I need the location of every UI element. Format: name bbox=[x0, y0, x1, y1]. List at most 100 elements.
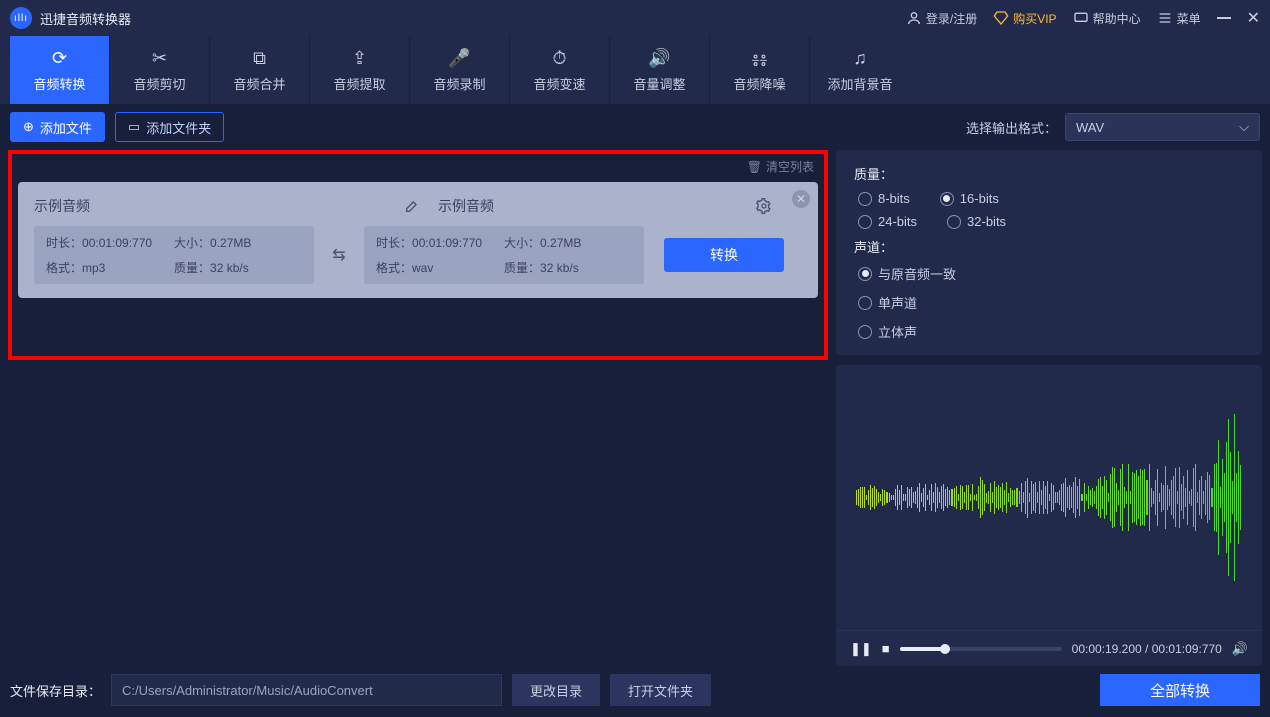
help-label: 帮助中心 bbox=[1093, 10, 1141, 27]
dest-info: 时长：00:01:09:770 大小：0.27MB 格式：wav 质量：32 k… bbox=[364, 226, 644, 284]
close-icon: ✕ bbox=[796, 192, 806, 206]
toolbar-tabs: ⟳ 音频转换 ✂ 音频剪切 ⧉ 音频合并 ⇪ 音频提取 🎤 音频录制 ⏱ 音频变… bbox=[0, 36, 1270, 104]
scissors-icon: ✂ bbox=[152, 48, 167, 68]
format-value: WAV bbox=[1076, 120, 1104, 135]
convert-item-button[interactable]: 转换 bbox=[664, 238, 784, 272]
remove-item-button[interactable]: ✕ bbox=[792, 190, 810, 208]
volume-button[interactable]: 🔊 bbox=[1232, 641, 1248, 657]
menu-label: 菜单 bbox=[1177, 10, 1201, 27]
source-title: 示例音频 bbox=[34, 196, 90, 216]
clear-list-button[interactable]: 🗑 清空列表 bbox=[747, 158, 814, 175]
quality-label: 质量： bbox=[854, 164, 1244, 183]
output-format-select[interactable]: WAV ⌵ bbox=[1065, 113, 1260, 141]
waveform-preview: ❚❚ ■ 00:00:19.200 / 00:01:09:770 🔊 bbox=[836, 365, 1262, 666]
gauge-icon: ⏱ bbox=[552, 48, 566, 68]
playback-time: 00:00:19.200 / 00:01:09:770 bbox=[1072, 642, 1222, 656]
close-icon: ✕ bbox=[1247, 8, 1260, 28]
menu-button[interactable]: 菜单 bbox=[1157, 10, 1201, 27]
app-logo: ıllı bbox=[10, 7, 32, 29]
tab-label: 音频降噪 bbox=[733, 74, 785, 93]
tab-audio-extract[interactable]: ⇪ 音频提取 bbox=[310, 36, 410, 104]
file-list-panel: 🗑 清空列表 ✕ 示例音频 示例音频 bbox=[8, 150, 828, 360]
tab-label: 音频录制 bbox=[433, 74, 485, 93]
mic-icon: 🎤 bbox=[448, 48, 470, 68]
music-icon: ♫ bbox=[853, 48, 867, 68]
add-file-label: 添加文件 bbox=[40, 118, 92, 137]
waveform-bars bbox=[856, 408, 1242, 588]
chevron-down-icon: ⌵ bbox=[1239, 119, 1249, 135]
vip-label: 购买VIP bbox=[1013, 10, 1056, 27]
tab-audio-convert[interactable]: ⟳ 音频转换 bbox=[10, 36, 110, 104]
help-link[interactable]: 帮助中心 bbox=[1073, 10, 1141, 27]
merge-icon: ⧉ bbox=[253, 48, 266, 68]
tab-label: 音量调整 bbox=[633, 74, 685, 93]
action-bar: ⊕ 添加文件 ▭ 添加文件夹 选择输出格式： WAV ⌵ bbox=[0, 104, 1270, 150]
minimize-button[interactable] bbox=[1217, 17, 1231, 19]
tab-noise-reduce[interactable]: ៖៖ 音频降噪 bbox=[710, 36, 810, 104]
refresh-icon: ⟳ bbox=[52, 48, 67, 68]
volume-icon: 🔊 bbox=[648, 48, 670, 68]
buy-vip-link[interactable]: 购买VIP bbox=[993, 10, 1056, 27]
output-settings: 质量： 8-bits 16-bits 24-bits 32-bits 声道： 与… bbox=[836, 150, 1262, 355]
radio-channel-stereo[interactable]: 立体声 bbox=[858, 322, 1244, 341]
tab-label: 音频合并 bbox=[233, 74, 285, 93]
convert-label: 转换 bbox=[710, 245, 738, 265]
tab-audio-speed[interactable]: ⏱ 音频变速 bbox=[510, 36, 610, 104]
upload-icon: ⇪ bbox=[352, 48, 367, 68]
tab-label: 音频变速 bbox=[533, 74, 585, 93]
convert-all-button[interactable]: 全部转换 bbox=[1100, 674, 1260, 706]
add-folder-label: 添加文件夹 bbox=[146, 118, 211, 137]
channel-label: 声道： bbox=[854, 237, 1244, 256]
pause-button[interactable]: ❚❚ bbox=[850, 641, 872, 657]
close-window-button[interactable]: ✕ bbox=[1247, 8, 1260, 28]
minus-icon bbox=[1217, 17, 1231, 19]
plus-circle-icon: ⊕ bbox=[23, 119, 34, 135]
titlebar: ıllı 迅捷音频转换器 登录/注册 购买VIP 帮助中心 菜单 bbox=[0, 0, 1270, 36]
radio-8bits[interactable]: 8-bits bbox=[858, 191, 910, 206]
trash-icon: 🗑 bbox=[747, 160, 762, 174]
user-icon bbox=[906, 10, 922, 26]
tab-label: 添加背景音 bbox=[827, 74, 892, 93]
diamond-icon bbox=[993, 10, 1009, 26]
dest-title: 示例音频 bbox=[438, 196, 494, 216]
progress-fill bbox=[900, 647, 945, 651]
tab-label: 音频提取 bbox=[333, 74, 385, 93]
radio-24bits[interactable]: 24-bits bbox=[858, 214, 917, 229]
stop-button[interactable]: ■ bbox=[882, 641, 890, 656]
open-folder-button[interactable]: 打开文件夹 bbox=[610, 674, 711, 706]
swap-icon: ⇆ bbox=[314, 245, 364, 265]
settings-icon[interactable] bbox=[756, 198, 772, 214]
radio-channel-same[interactable]: 与原音频一致 bbox=[858, 264, 1244, 283]
tab-audio-cut[interactable]: ✂ 音频剪切 bbox=[110, 36, 210, 104]
save-dir-path[interactable]: C:/Users/Administrator/Music/AudioConver… bbox=[111, 674, 502, 706]
tab-label: 音频剪切 bbox=[133, 74, 185, 93]
folder-icon: ▭ bbox=[128, 119, 140, 135]
progress-thumb[interactable] bbox=[940, 644, 950, 654]
login-link[interactable]: 登录/注册 bbox=[906, 10, 977, 27]
add-file-button[interactable]: ⊕ 添加文件 bbox=[10, 112, 105, 142]
radio-channel-mono[interactable]: 单声道 bbox=[858, 293, 1244, 312]
footer: 文件保存目录： C:/Users/Administrator/Music/Aud… bbox=[0, 666, 1270, 714]
source-info: 时长：00:01:09:770 大小：0.27MB 格式：mp3 质量：32 k… bbox=[34, 226, 314, 284]
tab-background-music[interactable]: ♫ 添加背景音 bbox=[810, 36, 910, 104]
change-dir-button[interactable]: 更改目录 bbox=[512, 674, 600, 706]
tab-audio-merge[interactable]: ⧉ 音频合并 bbox=[210, 36, 310, 104]
tab-audio-record[interactable]: 🎤 音频录制 bbox=[410, 36, 510, 104]
chat-icon bbox=[1073, 10, 1089, 26]
radio-32bits[interactable]: 32-bits bbox=[947, 214, 1006, 229]
save-dir-label: 文件保存目录： bbox=[10, 681, 101, 700]
clear-list-label: 清空列表 bbox=[766, 158, 814, 175]
add-folder-button[interactable]: ▭ 添加文件夹 bbox=[115, 112, 224, 142]
format-label: 选择输出格式： bbox=[966, 118, 1057, 137]
radio-16bits[interactable]: 16-bits bbox=[940, 191, 999, 206]
playback-controls: ❚❚ ■ 00:00:19.200 / 00:01:09:770 🔊 bbox=[836, 630, 1262, 666]
file-item-card: ✕ 示例音频 示例音频 时长：00:01:09:770 大 bbox=[18, 182, 818, 298]
equalizer-icon: ៖៖ bbox=[752, 48, 768, 68]
edit-icon[interactable] bbox=[404, 198, 420, 214]
app-title: 迅捷音频转换器 bbox=[40, 9, 131, 28]
tab-volume[interactable]: 🔊 音量调整 bbox=[610, 36, 710, 104]
tab-label: 音频转换 bbox=[33, 74, 85, 93]
login-label: 登录/注册 bbox=[926, 10, 977, 27]
progress-bar[interactable] bbox=[900, 647, 1062, 651]
menu-icon bbox=[1157, 10, 1173, 26]
